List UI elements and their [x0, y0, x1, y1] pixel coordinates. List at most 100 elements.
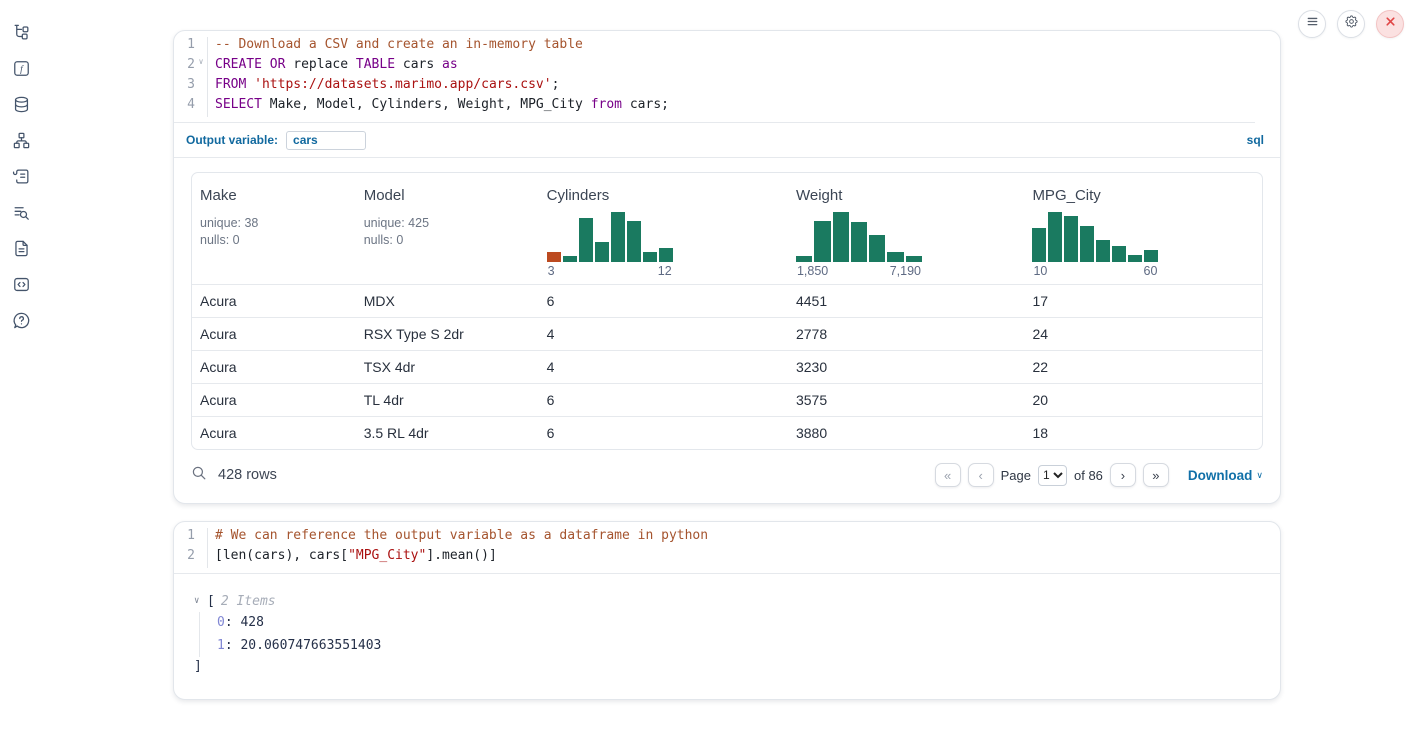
column-histogram[interactable]: 1,850 7,190: [796, 204, 922, 284]
column-histogram[interactable]: 3 12: [547, 204, 673, 284]
data-table: Makeunique: 38nulls: 0Modelunique: 425nu…: [191, 172, 1263, 450]
table-row[interactable]: AcuraRSX Type S 2dr4277824: [192, 317, 1262, 350]
fold-gutter: [195, 548, 207, 568]
line-number: 2: [174, 57, 195, 77]
sidebar-item-variables[interactable]: f: [12, 59, 31, 78]
fold-gutter: [195, 77, 207, 97]
table-header: Makeunique: 38nulls: 0Modelunique: 425nu…: [192, 173, 1262, 284]
fold-gutter: [195, 528, 207, 548]
list-items-count: 2 Items: [221, 594, 276, 609]
language-badge: sql: [1247, 133, 1264, 147]
sidebar-item-logs[interactable]: [12, 203, 31, 222]
histogram-bar: [814, 221, 830, 262]
line-number: 1: [174, 37, 195, 57]
entry-value: 428: [240, 615, 263, 630]
sql-code-editor[interactable]: 1 -- Download a CSV and create an in-memo…: [174, 31, 1280, 122]
page-select[interactable]: 1: [1038, 465, 1067, 486]
table-cell: RSX Type S 2dr: [356, 326, 539, 342]
column-header-cylinders[interactable]: Cylinders 3 12: [539, 187, 788, 284]
code-text: SELECT Make, Model, Cylinders, Weight, M…: [207, 97, 1280, 117]
table-cell: 24: [1024, 326, 1262, 342]
histogram-bar: [906, 256, 922, 263]
code-line[interactable]: 1 # We can reference the output variable …: [174, 528, 1280, 548]
code-text: [len(cars), cars["MPG_City"].mean()]: [207, 548, 1280, 568]
sidebar-item-dependency-graph[interactable]: [12, 131, 31, 150]
row-count: 428 rows: [218, 467, 277, 483]
list-entry: 1: 20.060747663551403: [217, 635, 1260, 658]
entry-separator: :: [225, 638, 241, 653]
code-text: # We can reference the output variable a…: [207, 528, 1280, 548]
axis-min-label: 1,850: [797, 264, 828, 278]
table-cell: Acura: [192, 293, 356, 309]
column-histogram[interactable]: 1060: [1032, 204, 1158, 284]
column-label: Weight: [796, 187, 1016, 204]
search-icon[interactable]: [191, 465, 207, 485]
sidebar-item-help[interactable]: [12, 311, 31, 330]
histogram-bar: [643, 252, 657, 262]
axis-max-label: 7,190: [890, 264, 921, 278]
column-label: Cylinders: [547, 187, 780, 204]
line-number: 1: [174, 528, 195, 548]
table-row[interactable]: AcuraTSX 4dr4323022: [192, 350, 1262, 383]
table-row[interactable]: AcuraTL 4dr6357520: [192, 383, 1262, 416]
code-line[interactable]: 1 -- Download a CSV and create an in-memo…: [174, 37, 1280, 57]
sidebar-item-file-explorer[interactable]: [12, 23, 31, 42]
last-page-button[interactable]: »: [1143, 463, 1169, 487]
code-line[interactable]: 2∨CREATE OR replace TABLE cars as: [174, 57, 1280, 77]
sitemap-icon: [12, 131, 31, 150]
table-cell: TL 4dr: [356, 392, 539, 408]
fold-chevron-icon[interactable]: ∨: [195, 57, 207, 77]
code-box-icon: [12, 275, 31, 294]
column-stats: unique: 38nulls: 0: [200, 215, 348, 249]
output-variable-input[interactable]: [286, 131, 366, 150]
axis-max-label: 12: [658, 264, 672, 278]
python-cell: 1 # We can reference the output variable …: [173, 521, 1281, 700]
histogram-bar: [659, 248, 673, 262]
python-code-editor[interactable]: 1 # We can reference the output variable …: [174, 522, 1280, 573]
table-cell: 6: [539, 425, 788, 441]
table-cell: Acura: [192, 392, 356, 408]
first-page-button[interactable]: «: [935, 463, 961, 487]
fold-gutter: [195, 97, 207, 117]
code-line[interactable]: 3FROM 'https://datasets.marimo.app/cars.…: [174, 77, 1280, 97]
table-row[interactable]: Acura3.5 RL 4dr6388018: [192, 416, 1262, 449]
histogram-bar: [1144, 250, 1158, 263]
sidebar-item-documentation[interactable]: [12, 239, 31, 258]
column-header-weight[interactable]: Weight 1,850 7,190: [788, 187, 1024, 284]
histogram-bar: [1032, 228, 1046, 262]
histogram-bar: [563, 256, 577, 262]
chevron-down-icon[interactable]: ∨: [194, 596, 207, 606]
list-entry: 0: 428: [217, 612, 1260, 635]
output-variable-row: Output variable: sql: [174, 123, 1280, 158]
table-row[interactable]: AcuraMDX6445117: [192, 284, 1262, 317]
histogram-bar: [547, 252, 561, 262]
histogram-bar: [579, 218, 593, 262]
chevron-down-icon: ∨: [1256, 470, 1263, 481]
page-label: Page: [1001, 468, 1031, 483]
shutdown-button[interactable]: [1376, 10, 1404, 38]
sidebar-item-snippets[interactable]: [12, 275, 31, 294]
histogram-axis: 1,850 7,190: [796, 262, 922, 284]
histogram-axis: 3 12: [547, 262, 673, 284]
code-text: -- Download a CSV and create an in-memor…: [207, 37, 1280, 57]
table-footer: 428 rows « ‹ Page 1 of 86 › » Download ∨: [174, 450, 1280, 503]
histogram-bars: [796, 212, 922, 262]
sidebar-item-outline[interactable]: [12, 167, 31, 186]
axis-min-label: 3: [548, 264, 555, 278]
download-button[interactable]: Download ∨: [1188, 468, 1263, 483]
column-header-model[interactable]: Modelunique: 425nulls: 0: [356, 187, 539, 284]
next-page-button[interactable]: ›: [1110, 463, 1136, 487]
code-line[interactable]: 2[len(cars), cars["MPG_City"].mean()]: [174, 548, 1280, 568]
sidebar-item-datasources[interactable]: [12, 95, 31, 114]
table-cell: 3575: [788, 392, 1024, 408]
column-header-mpg_city[interactable]: MPG_City1060: [1024, 187, 1262, 284]
column-header-make[interactable]: Makeunique: 38nulls: 0: [192, 187, 356, 284]
prev-page-button[interactable]: ‹: [968, 463, 994, 487]
code-line[interactable]: 4SELECT Make, Model, Cylinders, Weight, …: [174, 97, 1280, 117]
histogram-bar: [796, 256, 812, 263]
table-cell: 22: [1024, 359, 1262, 375]
output-variable-label: Output variable:: [186, 133, 278, 147]
entry-index: 1: [217, 638, 225, 653]
settings-button[interactable]: [1337, 10, 1365, 38]
menu-button[interactable]: [1298, 10, 1326, 38]
